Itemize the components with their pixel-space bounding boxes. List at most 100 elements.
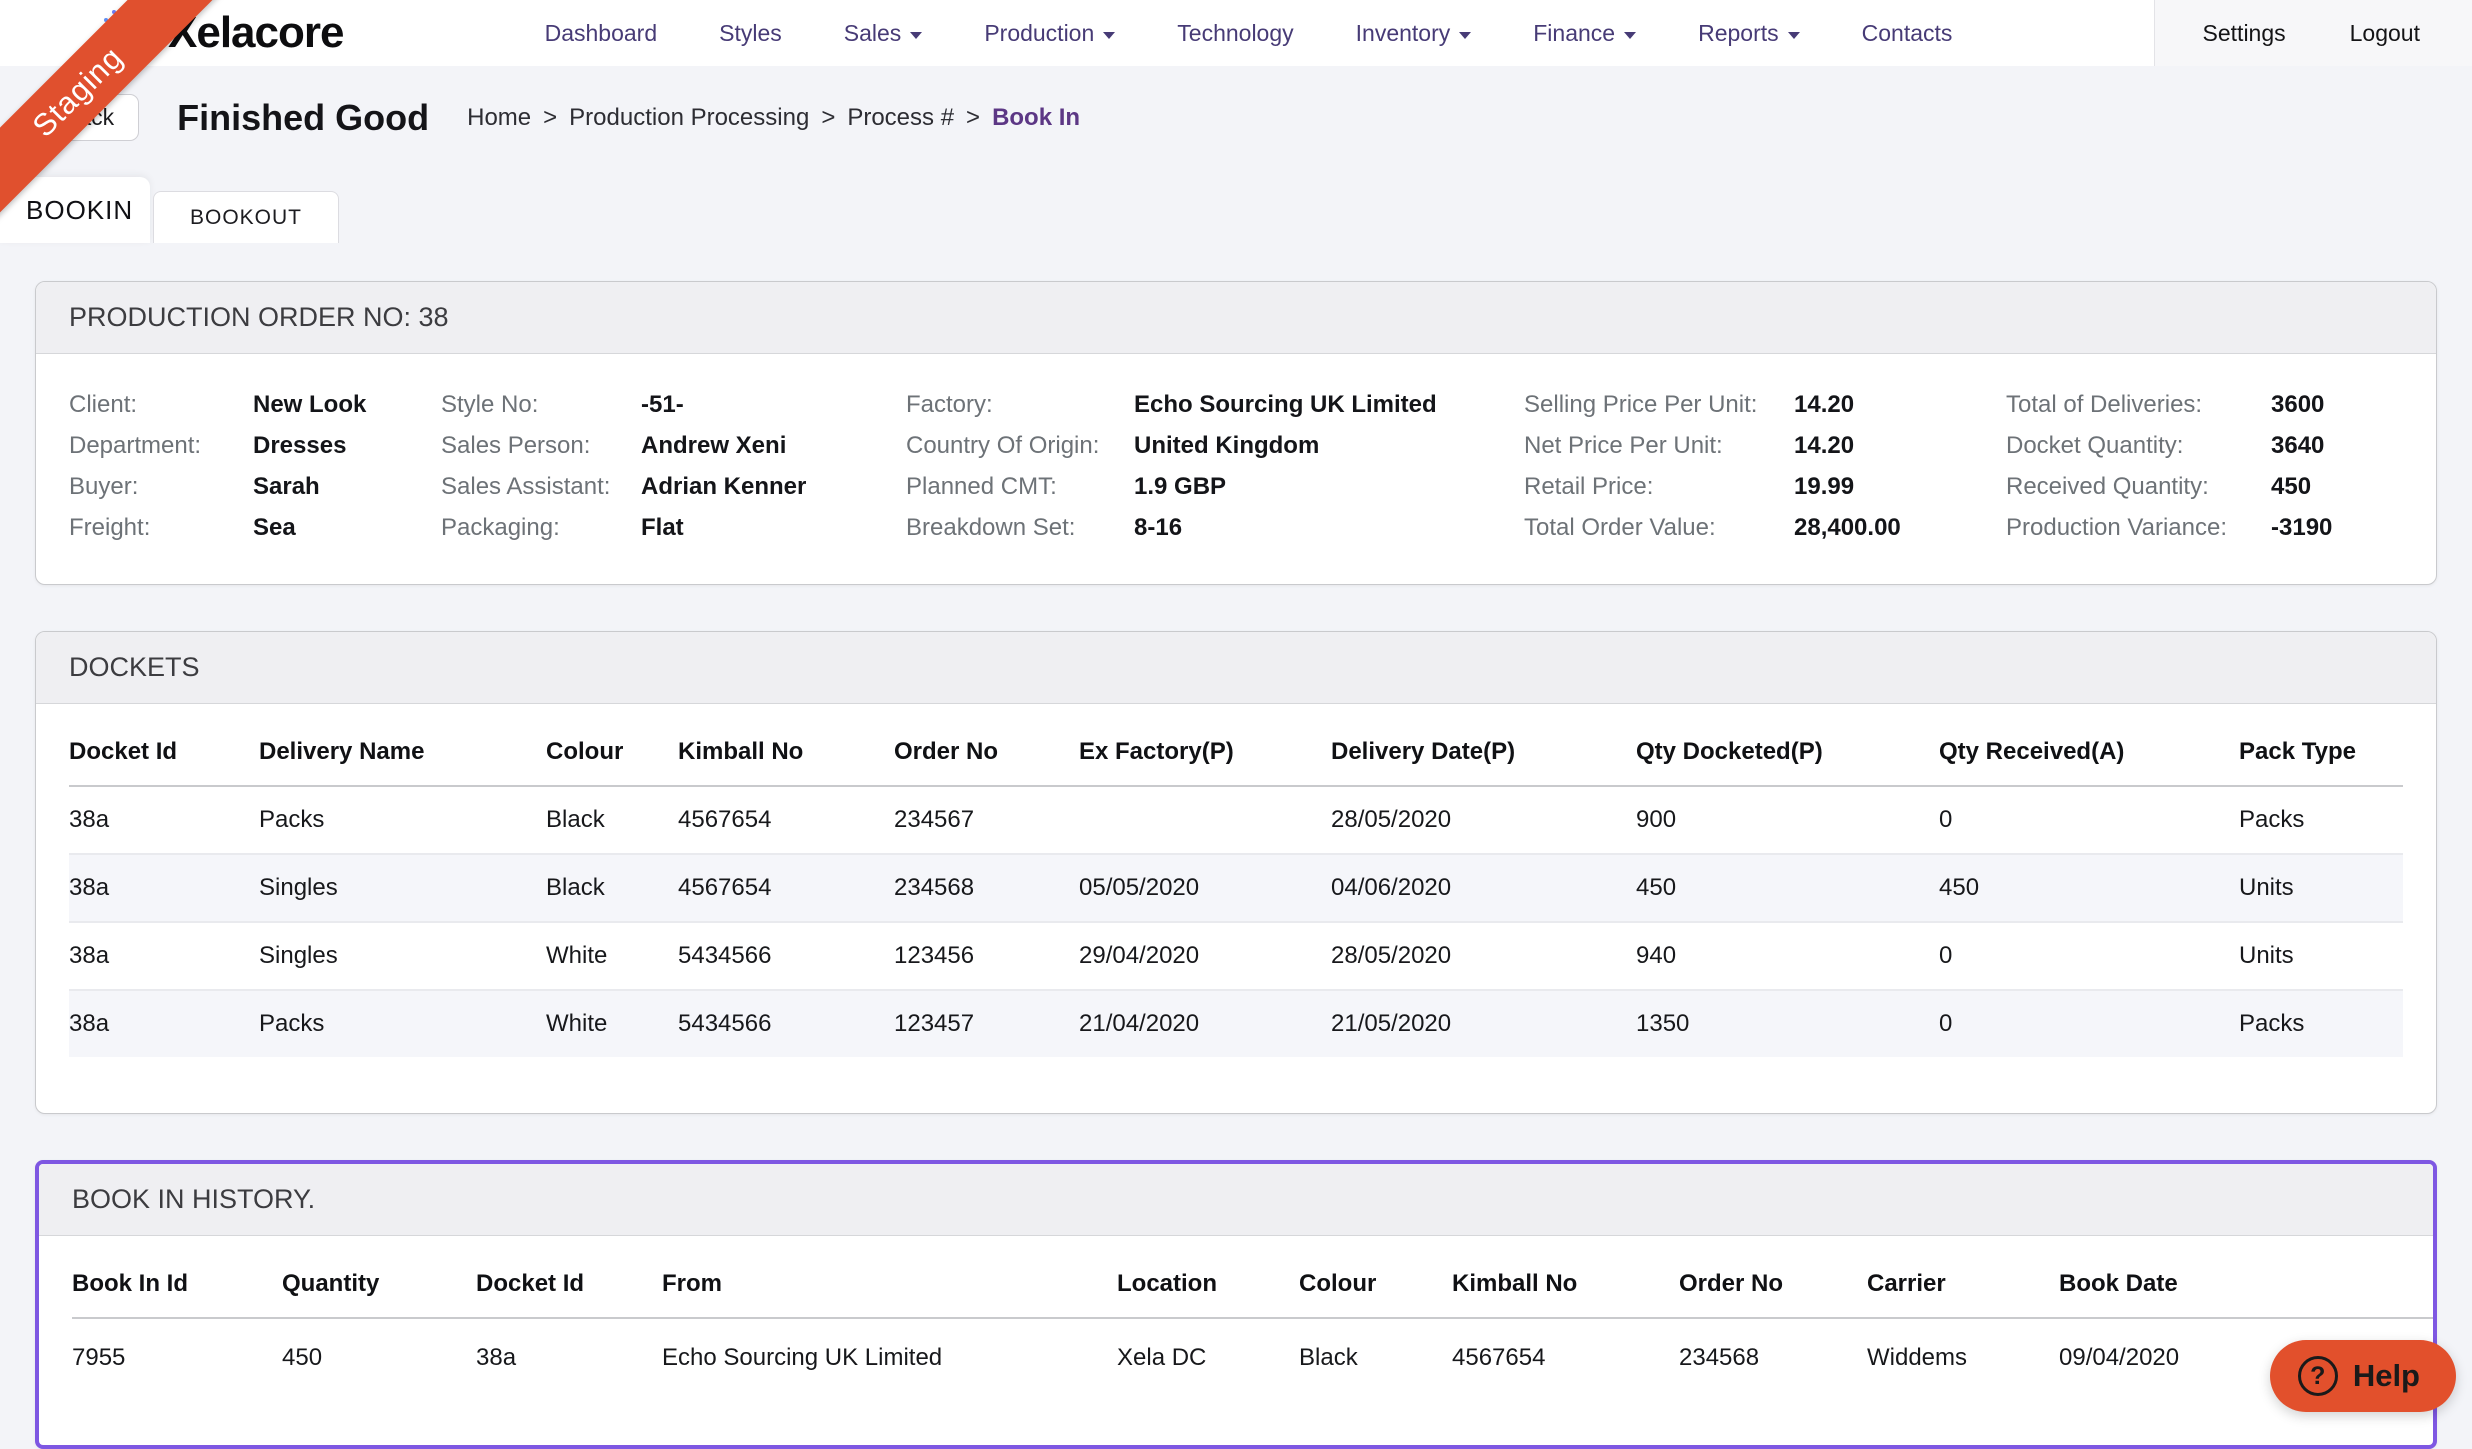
breadcrumb-separator: > — [966, 103, 981, 131]
field-value: 28,400.00 — [1794, 514, 1901, 541]
table-cell: 123456 — [894, 942, 975, 969]
table-row: 7955 450 38a Echo Sourcing UK Limited Xe… — [72, 1318, 2433, 1397]
column-header: Qty Received(A) — [1939, 710, 2239, 787]
dockets-panel: DOCKETS Docket Id Delivery Name Colour K… — [35, 631, 2437, 1114]
settings-link[interactable]: Settings — [2203, 20, 2286, 47]
column-header: Quantity — [282, 1242, 476, 1319]
field-label: Received Quantity: — [2006, 473, 2209, 500]
column-header-actions — [2289, 1242, 2364, 1319]
breadcrumb: Home > Production Processing > Process #… — [467, 104, 1080, 132]
field-label: Total of Deliveries: — [2006, 391, 2203, 418]
field-label: Docket Quantity: — [2006, 432, 2184, 459]
nav-styles[interactable]: Styles — [719, 20, 782, 47]
table-cell: 234568 — [1679, 1344, 1760, 1371]
breadcrumb-process[interactable]: Process # — [847, 104, 954, 132]
logo-dots-icon — [96, 2, 158, 64]
table-cell: 28/05/2020 — [1331, 942, 1452, 969]
table-cell: Black — [546, 806, 605, 833]
field-value: 3600 — [2271, 391, 2325, 418]
field-value: Flat — [641, 514, 684, 541]
field-value: 19.99 — [1794, 473, 1855, 500]
breadcrumb-separator: > — [543, 103, 558, 131]
column-header: Kimball No — [1452, 1242, 1679, 1319]
field-label: Retail Price: — [1524, 473, 1654, 500]
nav-contacts[interactable]: Contacts — [1862, 20, 1953, 47]
table-row: 38a Packs Black 4567654 234567 28/05/2020 900 0… — [69, 786, 2403, 854]
field-value: 450 — [2271, 473, 2312, 500]
field-label: Breakdown Set: — [906, 514, 1076, 541]
breadcrumb-separator: > — [821, 103, 836, 131]
book-in-history-table: Book In Id Quantity Docket Id From Locat… — [72, 1242, 2433, 1397]
help-button-label: Help — [2352, 1358, 2420, 1393]
tab-bookin[interactable]: BOOKIN — [0, 177, 150, 243]
nav-inventory[interactable]: Inventory — [1356, 20, 1472, 47]
column-header: Kimball No — [678, 710, 894, 787]
table-cell: Black — [1299, 1344, 1358, 1371]
chevron-down-icon — [1459, 31, 1472, 39]
column-header: Order No — [894, 710, 1079, 787]
nav-dashboard[interactable]: Dashboard — [545, 20, 658, 47]
column-header-actions — [2364, 1242, 2433, 1319]
nav-reports[interactable]: Reports — [1698, 20, 1800, 47]
chevron-down-icon — [1624, 31, 1637, 39]
breadcrumb-production-processing[interactable]: Production Processing — [569, 104, 809, 132]
field-label: Country Of Origin: — [906, 432, 1100, 459]
table-cell: 4567654 — [678, 806, 772, 833]
field-value: Andrew Xeni — [641, 432, 787, 459]
main-nav: Dashboard Styles Sales Production Techno… — [343, 20, 2153, 47]
column-header: Pack Type — [2239, 710, 2403, 787]
table-cell: Packs — [259, 1010, 325, 1037]
nav-production[interactable]: Production — [984, 20, 1116, 47]
nav-technology[interactable]: Technology — [1177, 20, 1293, 47]
column-header: Location — [1117, 1242, 1299, 1319]
table-cell: 38a — [69, 806, 110, 833]
field-label: Factory: — [906, 391, 993, 418]
dockets-header-row: Docket Id Delivery Name Colour Kimball N… — [69, 710, 2403, 787]
field-label: Client: — [69, 391, 138, 418]
table-row: 38a Singles Black 4567654 234568 05/05/2020 04… — [69, 854, 2403, 922]
table-cell: White — [546, 1010, 608, 1037]
logout-link[interactable]: Logout — [2350, 20, 2420, 47]
chevron-down-icon — [1103, 31, 1116, 39]
column-header: Order No — [1679, 1242, 1867, 1319]
table-cell: 21/05/2020 — [1331, 1010, 1452, 1037]
column-header: Docket Id — [69, 710, 259, 787]
table-cell: 28/05/2020 — [1331, 806, 1452, 833]
field-column: Style No: -51- Sales Person: Andrew Xeni Sal… — [441, 384, 906, 548]
help-button[interactable]: ? Help — [2269, 1340, 2456, 1412]
table-cell: Singles — [259, 942, 338, 969]
table-cell: 940 — [1636, 942, 1677, 969]
table-cell: 450 — [282, 1344, 323, 1371]
nav-finance[interactable]: Finance — [1533, 20, 1637, 47]
column-header: From — [662, 1242, 1117, 1319]
column-header: Delivery Date(P) — [1331, 710, 1636, 787]
production-order-panel-title: PRODUCTION ORDER NO: 38 — [36, 282, 2436, 354]
field-label: Sales Assistant: — [441, 473, 611, 500]
field-value: Dresses — [253, 432, 347, 459]
breadcrumb-current: Book In — [992, 103, 1081, 131]
table-cell: 234567 — [894, 806, 975, 833]
field-value: 8-16 — [1134, 514, 1183, 541]
field-column: Selling Price Per Unit: 14.20 Net Price Pe… — [1524, 384, 2006, 548]
logo[interactable]: Xelacore — [96, 2, 344, 64]
main-content: PRODUCTION ORDER NO: 38 Client: New Look D… — [0, 243, 2472, 1449]
nav-sales[interactable]: Sales — [844, 20, 923, 47]
table-cell — [1079, 786, 1331, 854]
breadcrumb-home[interactable]: Home — [467, 104, 531, 132]
table-cell: 04/06/2020 — [1331, 874, 1452, 901]
column-header: Carrier — [1867, 1242, 2059, 1319]
table-cell: 0 — [1939, 1010, 1953, 1037]
chevron-down-icon — [1787, 31, 1800, 39]
table-cell: 38a — [476, 1344, 517, 1371]
column-header: Qty Docketed(P) — [1636, 710, 1939, 787]
table-cell: 0 — [1939, 806, 1953, 833]
table-cell: Packs — [2239, 1010, 2305, 1037]
field-label: Buyer: — [69, 473, 139, 500]
field-value: -3190 — [2271, 514, 2333, 541]
page-head: Back Finished Good Home > Production Pro… — [0, 66, 2472, 141]
back-button[interactable]: Back — [38, 94, 140, 141]
tab-bookout[interactable]: BOOKOUT — [153, 191, 340, 243]
column-header: Docket Id — [476, 1242, 662, 1319]
production-order-panel: PRODUCTION ORDER NO: 38 Client: New Look D… — [35, 281, 2437, 585]
table-cell: 5434566 — [678, 1010, 772, 1037]
